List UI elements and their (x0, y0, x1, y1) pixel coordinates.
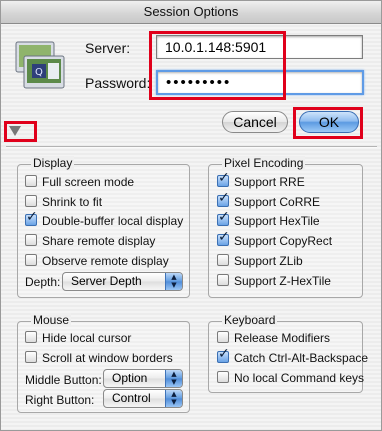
checkbox-support-copyrect[interactable]: Support CopyRect (217, 230, 332, 249)
checkbox-shrink-to-fit[interactable]: Shrink to fit (25, 194, 102, 210)
checkbox-box[interactable] (217, 230, 230, 246)
popup-arrows-icon: ▲ ▼ (165, 390, 182, 407)
svg-text:Q: Q (35, 67, 43, 78)
checkbox-observe-remote[interactable]: Observe remote display (25, 253, 169, 269)
password-label: Password: (85, 75, 151, 91)
pixel-encoding-group-title: Pixel Encoding (222, 156, 306, 170)
checkbox-support-corre[interactable]: Support CoRRE (217, 191, 320, 210)
popup-arrows-icon: ▲ ▼ (165, 370, 182, 387)
checkbox-box[interactable] (217, 171, 230, 187)
checkbox-box[interactable] (25, 210, 38, 226)
ok-button[interactable]: OK (299, 111, 359, 133)
disclosure-triangle-icon[interactable] (9, 126, 21, 136)
divider (6, 146, 377, 148)
checkbox-box[interactable] (217, 210, 230, 226)
display-group-title: Display (31, 156, 75, 170)
checkbox-hide-cursor[interactable]: Hide local cursor (25, 330, 131, 346)
checkbox-box[interactable] (25, 350, 37, 363)
right-button-label: Right Button: (25, 393, 95, 407)
middle-button-popup[interactable]: Option ▲ ▼ (103, 369, 183, 388)
checkbox-scroll-borders[interactable]: Scroll at window borders (25, 350, 173, 366)
depth-label: Depth: (25, 275, 61, 289)
checkbox-box[interactable] (25, 253, 37, 266)
checkbox-release-modifiers[interactable]: Release Modifiers (217, 330, 330, 346)
checkbox-support-zhextile[interactable]: Support Z-HexTile (217, 273, 331, 289)
checkbox-box[interactable] (217, 253, 229, 266)
cancel-button[interactable]: Cancel (222, 111, 288, 133)
checkbox-box[interactable] (25, 330, 37, 343)
mouse-group-title: Mouse (31, 313, 72, 327)
checkbox-box[interactable] (25, 174, 37, 187)
checkbox-support-zlib[interactable]: Support ZLib (217, 253, 303, 269)
server-label: Server: (85, 40, 131, 56)
depth-popup[interactable]: Server Depth ▲ ▼ (62, 272, 183, 291)
checkbox-box[interactable] (25, 233, 37, 246)
checkbox-box[interactable] (217, 273, 229, 286)
right-button-popup[interactable]: Control ▲ ▼ (103, 389, 183, 408)
popup-arrows-icon: ▲ ▼ (165, 273, 182, 290)
middle-button-label: Middle Button: (25, 373, 102, 387)
checkbox-box[interactable] (217, 330, 229, 343)
checkbox-share-remote[interactable]: Share remote display (25, 233, 155, 249)
checkbox-double-buffer[interactable]: Double-buffer local display (25, 210, 183, 229)
keyboard-group-title: Keyboard (222, 313, 278, 327)
highlight-server-password (149, 31, 286, 100)
checkbox-box[interactable] (25, 194, 37, 207)
window-title: Session Options (1, 1, 381, 24)
checkbox-catch-ctrl-alt-backspace[interactable]: Catch Ctrl-Alt-Backspace (217, 347, 368, 366)
checkbox-box[interactable] (217, 347, 230, 363)
checkbox-support-rre[interactable]: Support RRE (217, 171, 305, 190)
checkbox-no-local-command-keys[interactable]: No local Command keys (217, 370, 364, 386)
checkbox-full-screen[interactable]: Full screen mode (25, 174, 134, 190)
vnc-app-icon: Q (14, 36, 74, 96)
checkbox-box[interactable] (217, 191, 230, 207)
checkbox-box[interactable] (217, 370, 229, 383)
session-options-window: Session Options Q Server: 10.0.1.148:590… (0, 0, 382, 431)
checkbox-support-hextile[interactable]: Support HexTile (217, 210, 320, 229)
